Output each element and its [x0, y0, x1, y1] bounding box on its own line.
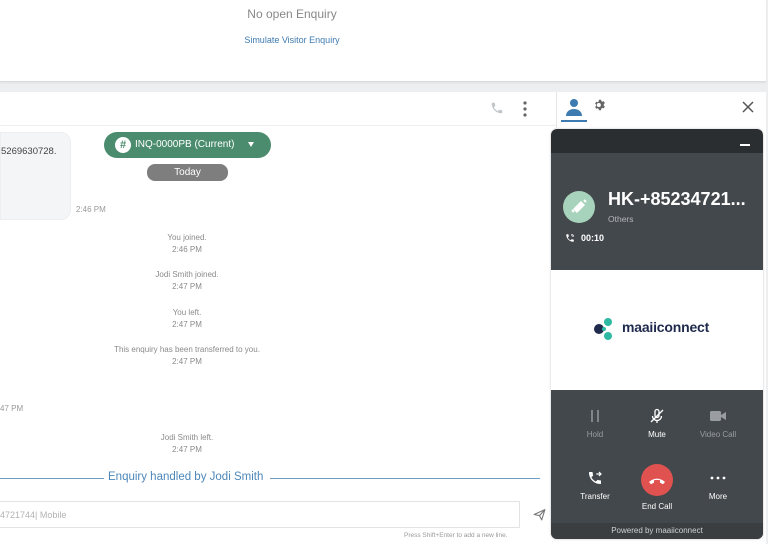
mic-off-icon — [650, 408, 664, 423]
phone-icon[interactable] — [490, 101, 504, 115]
system-event-text: Jodi Smith joined. — [155, 270, 219, 279]
hash-icon: # — [115, 137, 131, 153]
enquiry-selector[interactable]: # INQ-0000PB (Current) — [104, 132, 271, 158]
call-controls: Hold Mute Video Call Transfer End Call M… — [551, 390, 763, 539]
transfer-label: Transfer — [580, 492, 610, 501]
mute-button[interactable]: Mute — [627, 408, 687, 439]
end-call-label: End Call — [641, 502, 673, 511]
end-call-circle — [641, 464, 673, 496]
call-widget-titlebar — [551, 129, 763, 153]
system-event-time: 2:47 PM — [172, 445, 202, 454]
close-icon[interactable] — [742, 101, 754, 113]
phone-hangup-icon — [649, 478, 665, 485]
mute-label: Mute — [648, 430, 666, 439]
system-event: You left. 2:47 PM — [0, 307, 374, 331]
send-icon[interactable] — [533, 508, 546, 521]
message-bubble: 5269630728. — [0, 132, 71, 220]
user-icon — [566, 99, 582, 116]
caller-type: Others — [608, 214, 634, 224]
message-time: 47 PM — [0, 404, 24, 413]
caller-name: HK-+85234721... — [608, 189, 746, 209]
ellipsis-icon — [710, 476, 726, 480]
system-event-text: Jodi Smith left. — [160, 433, 214, 442]
powered-by: Powered by maaiiconnect — [551, 523, 763, 539]
more-vertical-icon[interactable] — [518, 100, 532, 118]
chat-header — [0, 92, 556, 126]
side-panel-tabs — [557, 92, 766, 126]
separator-line — [270, 478, 540, 479]
gear-icon[interactable] — [593, 98, 607, 112]
transfer-button[interactable]: Transfer — [565, 470, 625, 501]
system-event: Jodi Smith joined. 2:47 PM — [0, 269, 374, 293]
enquiry-top-panel: No open Enquiry Simulate Visitor Enquiry — [0, 0, 766, 82]
message-input-placeholder: 4721744| Mobile — [0, 510, 67, 520]
call-duration: 00:10 — [581, 233, 605, 243]
simulate-enquiry-link[interactable]: Simulate Visitor Enquiry — [0, 35, 584, 45]
caller-avatar — [563, 191, 595, 223]
handled-by-text: Enquiry handled by Jodi Smith — [108, 471, 264, 483]
brand-area: maaiiconnect — [551, 270, 763, 390]
system-event-text: This enquiry has been transferred to you… — [114, 345, 260, 354]
composer-hint: Press Shift+Enter to add a new line. — [404, 532, 508, 539]
more-label: More — [708, 492, 728, 501]
call-widget: HK-+85234721... Others 00:10 maaiiconnec… — [551, 129, 763, 539]
message-time: 2:46 PM — [76, 205, 106, 214]
system-event-time: 2:46 PM — [172, 245, 202, 254]
video-call-button[interactable]: Video Call — [688, 408, 748, 439]
hold-label: Hold — [586, 430, 604, 439]
system-event-time: 2:47 PM — [172, 282, 202, 291]
message-input[interactable]: 4721744| Mobile — [0, 501, 520, 528]
date-separator: Today — [147, 164, 228, 181]
phone-call-icon — [566, 233, 575, 242]
enquiry-selector-label: INQ-0000PB (Current) — [135, 139, 235, 150]
more-button[interactable]: More — [688, 470, 748, 501]
maaiiconnect-logo-icon — [594, 318, 612, 340]
system-event: This enquiry has been transferred to you… — [0, 344, 374, 368]
handled-by-separator: Enquiry handled by Jodi Smith — [0, 471, 540, 485]
brand-name: maaiiconnect — [622, 319, 710, 335]
system-event: You joined. 2:46 PM — [0, 232, 374, 256]
end-call-button[interactable]: End Call — [627, 464, 687, 511]
system-event-time: 2:47 PM — [172, 357, 202, 366]
separator-line — [0, 478, 104, 479]
caller-info: HK-+85234721... Others 00:10 — [551, 153, 763, 270]
video-camera-icon — [710, 411, 726, 421]
ticket-icon — [571, 199, 587, 213]
system-event-text: You left. — [172, 308, 202, 317]
minimize-icon[interactable] — [740, 144, 750, 146]
pause-icon — [591, 410, 599, 422]
video-call-label: Video Call — [699, 430, 737, 439]
system-event-text: You joined. — [167, 233, 207, 242]
message-text: 5269630728. — [1, 146, 57, 157]
system-event: Jodi Smith left. 2:47 PM — [0, 432, 374, 456]
chevron-down-icon — [248, 142, 254, 147]
phone-transfer-icon — [589, 471, 602, 484]
tab-contact[interactable] — [561, 96, 587, 122]
system-event-time: 2:47 PM — [172, 320, 202, 329]
hold-button[interactable]: Hold — [565, 408, 625, 439]
no-enquiry-text: No open Enquiry — [247, 7, 337, 21]
